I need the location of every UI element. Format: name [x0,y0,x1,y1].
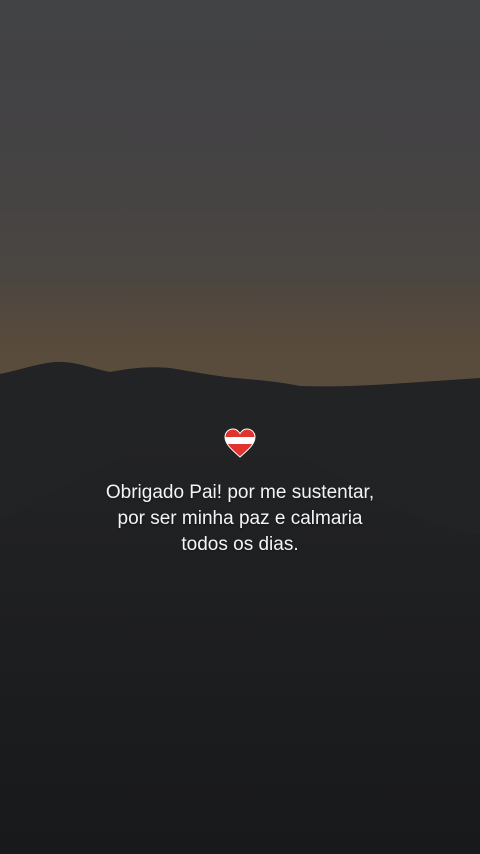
red-white-heart-icon [224,428,256,458]
caption-line-2: por ser minha paz e calmaria [117,508,363,529]
caption-text: Obrigado Pai! por me sustentar, por ser … [40,480,440,558]
caption-line-3: todos os dias. [181,534,299,555]
story-screen: Obrigado Pai! por me sustentar, por ser … [0,0,480,854]
mountain-silhouette [0,361,480,854]
caption-line-1: Obrigado Pai! por me sustentar, [105,482,375,503]
